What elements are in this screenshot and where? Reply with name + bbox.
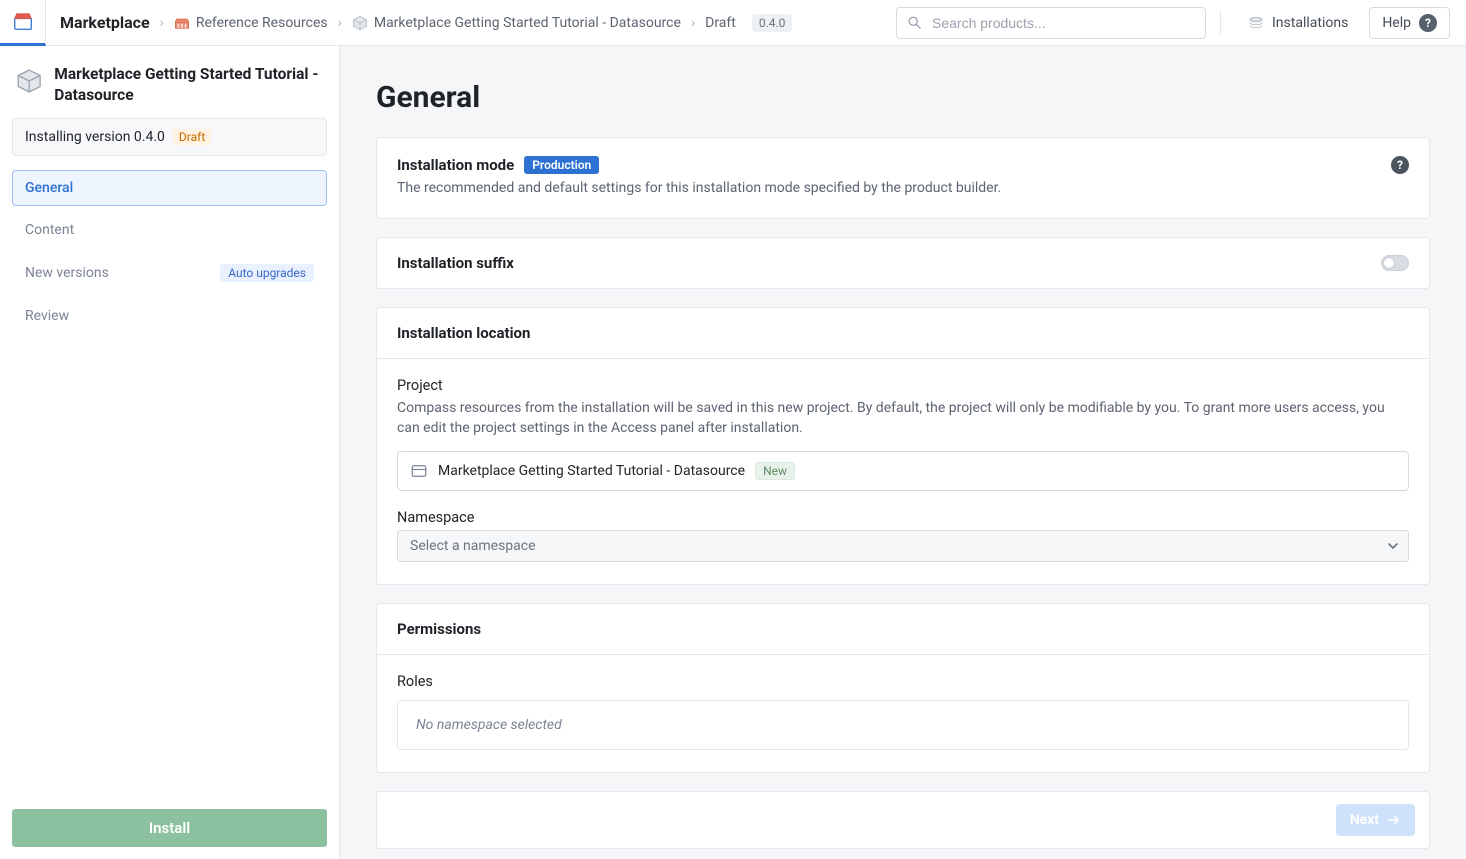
breadcrumb-reference[interactable]: Reference Resources bbox=[174, 15, 328, 31]
breadcrumbs: Marketplace › Reference Resources › Mark… bbox=[46, 13, 896, 32]
package-icon bbox=[352, 15, 368, 31]
nav-item-new-versions[interactable]: New versions Auto upgrades bbox=[12, 254, 327, 292]
nav-item-review[interactable]: Review bbox=[12, 298, 327, 334]
breadcrumb-product-label: Marketplace Getting Started Tutorial - D… bbox=[374, 15, 681, 31]
sidebar-nav: General Content New versions Auto upgrad… bbox=[12, 170, 327, 334]
sidebar-header: Marketplace Getting Started Tutorial - D… bbox=[12, 60, 327, 118]
draft-badge: Draft bbox=[173, 129, 211, 145]
app-logo[interactable] bbox=[0, 0, 46, 46]
project-icon bbox=[410, 462, 428, 480]
production-badge: Production bbox=[524, 156, 599, 174]
package-icon bbox=[16, 64, 42, 98]
help-label: Help bbox=[1382, 15, 1411, 31]
project-name: Marketplace Getting Started Tutorial - D… bbox=[438, 463, 745, 479]
page-title: General bbox=[376, 80, 1430, 115]
namespace-label: Namespace bbox=[397, 509, 1409, 526]
chevron-right-icon: › bbox=[691, 15, 695, 31]
sidebar-version-banner: Installing version 0.4.0 Draft bbox=[12, 118, 327, 156]
card-installation-mode: Installation mode Production The recomme… bbox=[376, 137, 1430, 219]
breadcrumb-version: 0.4.0 bbox=[752, 14, 793, 32]
installation-suffix-title: Installation suffix bbox=[397, 254, 514, 272]
permissions-title: Permissions bbox=[397, 620, 481, 638]
installations-button[interactable]: Installations bbox=[1235, 7, 1361, 39]
project-desc: Compass resources from the installation … bbox=[397, 398, 1409, 439]
breadcrumb-root[interactable]: Marketplace bbox=[60, 13, 150, 32]
search-input[interactable] bbox=[930, 14, 1195, 32]
nav-item-label: New versions bbox=[25, 265, 109, 281]
installation-mode-title: Installation mode bbox=[397, 156, 514, 174]
search-icon bbox=[907, 15, 922, 30]
new-tag: New bbox=[755, 462, 795, 480]
help-icon: ? bbox=[1419, 14, 1437, 32]
divider bbox=[1220, 11, 1221, 35]
marketplace-logo-icon bbox=[12, 10, 34, 32]
card-permissions: Permissions Roles No namespace selected bbox=[376, 603, 1430, 773]
namespace-select[interactable]: Select a namespace bbox=[397, 530, 1409, 562]
roles-empty-state: No namespace selected bbox=[397, 700, 1409, 750]
breadcrumb-reference-label: Reference Resources bbox=[196, 15, 328, 31]
sidebar-installing-text: Installing version 0.4.0 bbox=[25, 129, 165, 145]
nav-item-label: Review bbox=[25, 308, 69, 324]
project-field[interactable]: Marketplace Getting Started Tutorial - D… bbox=[397, 451, 1409, 491]
building-icon bbox=[174, 16, 190, 30]
nav-item-general[interactable]: General bbox=[12, 170, 327, 206]
sidebar-title: Marketplace Getting Started Tutorial - D… bbox=[54, 64, 323, 106]
project-label: Project bbox=[397, 377, 1409, 394]
nav-item-label: Content bbox=[25, 222, 74, 238]
roles-label: Roles bbox=[397, 673, 1409, 690]
help-icon[interactable]: ? bbox=[1391, 156, 1409, 174]
layers-icon bbox=[1248, 15, 1264, 31]
chevron-right-icon: › bbox=[160, 15, 164, 31]
installation-mode-desc: The recommended and default settings for… bbox=[397, 180, 1001, 196]
breadcrumb-product[interactable]: Marketplace Getting Started Tutorial - D… bbox=[352, 15, 681, 31]
nav-item-content[interactable]: Content bbox=[12, 212, 327, 248]
installation-location-title: Installation location bbox=[397, 324, 530, 342]
sidebar: Marketplace Getting Started Tutorial - D… bbox=[0, 46, 340, 859]
next-label: Next bbox=[1350, 812, 1379, 828]
caret-down-icon bbox=[1388, 541, 1398, 551]
card-installation-suffix: Installation suffix bbox=[376, 237, 1430, 289]
nav-item-label: General bbox=[25, 180, 73, 196]
auto-upgrades-chip: Auto upgrades bbox=[220, 264, 314, 282]
breadcrumb-stage[interactable]: Draft bbox=[705, 15, 736, 31]
help-button[interactable]: Help ? bbox=[1369, 7, 1450, 39]
installation-suffix-toggle[interactable] bbox=[1381, 255, 1409, 271]
main-content: General Installation mode Production The… bbox=[340, 46, 1466, 859]
app-header: Marketplace › Reference Resources › Mark… bbox=[0, 0, 1466, 46]
search-field[interactable] bbox=[896, 7, 1206, 39]
footer-bar: Next bbox=[376, 791, 1430, 849]
installations-label: Installations bbox=[1272, 15, 1348, 31]
chevron-right-icon: › bbox=[338, 15, 342, 31]
next-button[interactable]: Next bbox=[1336, 804, 1415, 836]
install-button[interactable]: Install bbox=[12, 809, 327, 847]
arrow-right-icon bbox=[1387, 813, 1401, 827]
namespace-placeholder: Select a namespace bbox=[410, 538, 536, 554]
card-installation-location: Installation location Project Compass re… bbox=[376, 307, 1430, 585]
